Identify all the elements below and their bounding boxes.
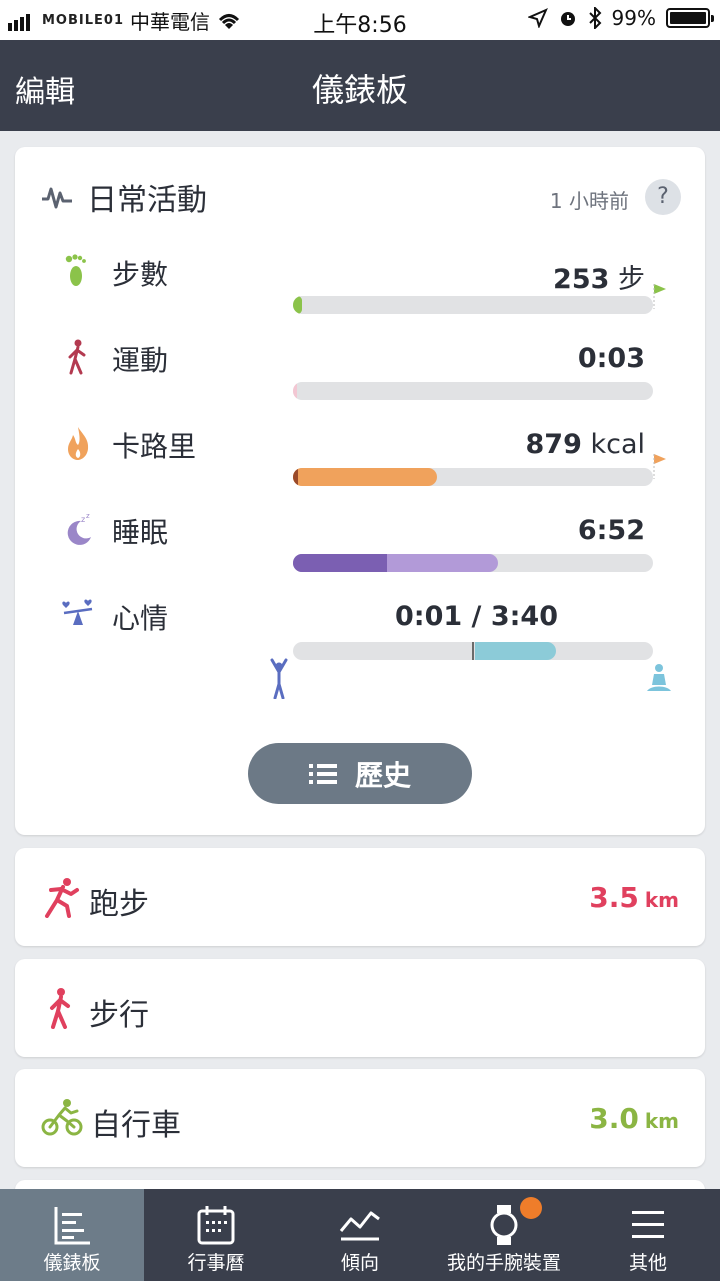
status-right: 99% [527,6,714,30]
dashboard-icon [54,1207,90,1245]
activity-label-walking: 步行 [89,998,149,1033]
calories-value: 879 [525,429,582,460]
tab-label-calendar: 行事曆 [187,1252,245,1274]
tab-label-my-device: 我的手腕裝置 [446,1252,561,1274]
flame-icon [68,427,89,460]
bottom-tab-bar: 儀錶板 行事曆 傾向 我的手腕裝置 其他 [0,1189,720,1281]
metric-label-steps: 步數 [112,258,169,291]
running-distance: 3.5 [589,881,639,914]
tab-label-more: 其他 [628,1252,667,1274]
alarm-icon [560,12,575,26]
progress-bar-calories [293,468,653,486]
history-button[interactable]: 歷史 [248,743,472,804]
daily-activity-card: 日常活動 1 小時前 ? 步數 253 步 運動 0:03 卡路里 879 kc… [15,147,705,835]
progress-bar-exercise [293,382,653,400]
location-icon [527,8,548,28]
tab-label-trend: 傾向 [340,1252,379,1274]
tab-trend[interactable]: 傾向 [288,1189,432,1281]
trend-icon [339,1211,380,1241]
progress-bar-sleep [293,554,653,572]
page-title: 儀錶板 [311,71,408,109]
notification-badge [520,1197,542,1219]
steps-unit: 步 [609,264,645,295]
metric-value-exercise: 0:03 [577,343,645,374]
tab-my-device[interactable]: 我的手腕裝置 [432,1189,576,1281]
daily-activity-header: 日常活動 [41,175,207,219]
metric-value-steps: 253 步 [553,257,645,296]
walking-icon [50,988,70,1029]
app-header: 編輯 儀錶板 [0,40,720,131]
history-label: 歷史 [354,758,411,792]
help-button[interactable]: ? [645,179,681,215]
bluetooth-icon [588,7,601,29]
metric-value-mood: 0:01 / 3:40 [395,601,558,632]
metric-label-calories: 卡路里 [112,430,197,463]
metric-label-exercise: 運動 [112,344,169,377]
battery-icon [666,8,714,28]
metric-value-sleep: 6:52 [577,515,645,546]
progress-fill-exercise [293,382,297,400]
running-unit: km [644,888,679,912]
progress-fill-calories [293,468,437,486]
calendar-icon [197,1206,235,1245]
footprint-icon [65,254,86,286]
cycling-distance: 3.0 [589,1102,639,1135]
activity-pulse-icon [42,187,72,209]
cycling-icon [41,1099,83,1136]
activity-value-running: 3.5 km [589,881,679,914]
progress-bar-steps [293,296,653,314]
activity-card-cycling[interactable]: 自行車 3.0 km [15,1069,705,1167]
progress-fill-sleep-deep [293,554,387,572]
list-icon [308,763,337,784]
activity-card-running[interactable]: 跑步 3.5 km [15,848,705,946]
meditation-icon [647,664,671,691]
tab-calendar[interactable]: 行事曆 [144,1189,288,1281]
daily-activity-title: 日常活動 [87,183,207,218]
metric-value-calories: 879 kcal [526,429,646,460]
walking-person-icon [68,339,86,375]
last-updated-text: 1 小時前 [549,189,629,213]
tab-dashboard[interactable]: 儀錶板 [0,1189,144,1281]
active-person-icon [270,658,288,699]
cycling-unit: km [644,1109,679,1133]
progress-fill-steps [293,296,302,314]
steps-value: 253 [553,264,610,295]
metric-label-sleep: 睡眠 [112,516,169,549]
running-icon [45,878,79,918]
progress-fill-mood [474,642,556,660]
battery-percent: 99% [611,6,656,30]
mood-balance-icon [62,599,93,625]
status-bar: MOBILE01 中華電信 上午8:56 99% [0,0,720,40]
activity-label-cycling: 自行車 [91,1108,181,1143]
activity-value-cycling: 3.0 km [589,1102,679,1135]
tab-more[interactable]: 其他 [576,1189,720,1281]
tab-label-dashboard: 儀錶板 [43,1252,101,1274]
metric-label-mood: 心情 [112,602,169,635]
progress-bar-mood [293,642,653,660]
menu-icon [632,1211,664,1238]
progress-fill-calories-base [293,468,299,486]
activity-card-walking[interactable]: 步行 [15,959,705,1057]
goal-flag-icon [653,454,666,479]
svg-text:z: z [86,512,90,520]
mood-marker [471,642,474,660]
calories-unit: kcal [581,429,645,460]
svg-text:z: z [81,515,85,524]
activity-label-running: 跑步 [89,887,149,922]
goal-flag-icon [653,284,666,309]
moon-sleep-icon: z z [67,512,91,545]
